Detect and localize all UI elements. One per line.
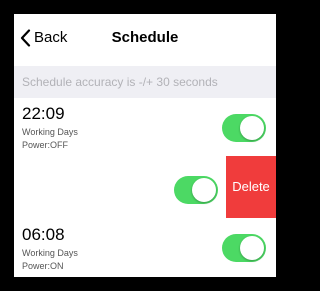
toggle-knob bbox=[240, 116, 264, 140]
schedule-time: 06:08 bbox=[22, 225, 65, 244]
toggle-knob bbox=[192, 178, 216, 202]
schedule-screen: Back Schedule Schedule accuracy is -/+ 3… bbox=[14, 14, 276, 277]
delete-button[interactable]: Delete bbox=[226, 156, 276, 218]
accuracy-notice-text: Schedule accuracy is -/+ 30 seconds bbox=[22, 75, 218, 89]
schedule-power: Power:OFF bbox=[22, 140, 69, 150]
schedule-row[interactable]: 22:09 Working Days Power:OFF bbox=[14, 98, 276, 156]
schedule-toggle[interactable] bbox=[174, 176, 218, 204]
toggle-knob bbox=[240, 236, 264, 260]
schedule-toggle[interactable] bbox=[222, 114, 266, 142]
schedule-repeat: Working Days bbox=[22, 248, 78, 258]
schedule-repeat: Working Days bbox=[22, 127, 78, 137]
schedule-power: Power:ON bbox=[22, 261, 64, 271]
schedule-toggle[interactable] bbox=[222, 234, 266, 262]
page-title: Schedule bbox=[111, 29, 179, 46]
schedule-time: 22:09 bbox=[22, 104, 65, 123]
schedule-row-swiped[interactable]: Delete bbox=[14, 156, 276, 218]
navigation-bar: Back Schedule bbox=[14, 14, 276, 58]
accuracy-notice: Schedule accuracy is -/+ 30 seconds bbox=[14, 66, 276, 98]
schedule-row[interactable]: 06:08 Working Days Power:ON bbox=[14, 218, 276, 277]
